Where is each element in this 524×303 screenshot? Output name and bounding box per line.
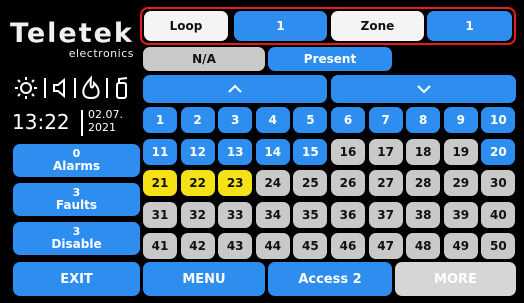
zone-button[interactable]: 35 — [293, 201, 328, 228]
clock-date-day: 02.07. — [88, 108, 123, 121]
zone-button[interactable]: 45 — [293, 233, 328, 260]
loop-value-button[interactable]: 1 — [234, 11, 327, 41]
extinguisher-icon — [116, 77, 128, 99]
zone-button[interactable]: 13 — [218, 138, 253, 165]
zone-button[interactable]: 49 — [443, 233, 478, 260]
zone-button[interactable]: 12 — [180, 138, 215, 165]
clock-date-year: 2021 — [88, 121, 116, 134]
zone-button[interactable]: 32 — [180, 201, 215, 228]
chevron-up-icon — [228, 84, 242, 93]
zone-button[interactable]: 40 — [481, 201, 516, 228]
zone-button[interactable]: 34 — [255, 201, 290, 228]
zone-button[interactable]: 4 — [255, 107, 290, 133]
brand-logo: Teletek electronics — [10, 20, 140, 62]
disable-button[interactable]: 3 Disable — [13, 222, 140, 255]
zone-button[interactable]: 42 — [180, 233, 215, 260]
alarms-label: Alarms — [52, 159, 101, 173]
more-button[interactable]: MORE — [395, 262, 516, 296]
zone-button[interactable]: 1 — [143, 107, 177, 133]
zone-button[interactable]: 14 — [255, 138, 290, 165]
zone-button[interactable]: 37 — [368, 201, 403, 228]
zone-label: Zone — [331, 11, 424, 41]
zone-button[interactable]: 7 — [368, 107, 403, 133]
zone-button[interactable]: 36 — [331, 201, 365, 228]
sun-icon — [15, 77, 37, 99]
exit-button[interactable]: EXIT — [13, 262, 140, 296]
zone-button[interactable]: 48 — [406, 233, 441, 260]
zone-button[interactable]: 21 — [143, 170, 177, 197]
zone-button[interactable]: 29 — [443, 170, 478, 197]
zone-button[interactable]: 2 — [180, 107, 215, 133]
zone-button[interactable]: 22 — [180, 170, 215, 197]
zone-button[interactable]: 31 — [143, 201, 177, 228]
brand-name: Teletek — [10, 18, 134, 49]
zone-button[interactable]: 44 — [255, 233, 290, 260]
zone-button[interactable]: 19 — [443, 138, 478, 165]
zone-button[interactable]: 50 — [481, 233, 516, 260]
zone-button[interactable]: 23 — [218, 170, 253, 197]
faults-button[interactable]: 3 Faults — [13, 183, 140, 216]
zone-button[interactable]: 11 — [143, 138, 177, 165]
zone-button[interactable]: 18 — [406, 138, 441, 165]
clock-divider — [81, 110, 83, 136]
zone-button[interactable]: 5 — [293, 107, 328, 133]
zone-button[interactable]: 25 — [293, 170, 328, 197]
zone-button[interactable]: 3 — [218, 107, 253, 133]
scroll-up-button[interactable] — [143, 75, 327, 103]
zone-button[interactable]: 43 — [218, 233, 253, 260]
zone-button[interactable]: 8 — [406, 107, 441, 133]
zone-button[interactable]: 6 — [331, 107, 365, 133]
zone-grid: 1 2 3 4 5 6 7 8 9 10 11 12 13 14 15 16 17 18 19 20 21 22 23 24 2… — [143, 107, 517, 260]
zone-button[interactable]: 10 — [481, 107, 516, 133]
zone-button[interactable]: 17 — [368, 138, 403, 165]
zone-button[interactable]: 16 — [331, 138, 365, 165]
zone-button[interactable]: 38 — [406, 201, 441, 228]
zone-button[interactable]: 9 — [443, 107, 478, 133]
brand-tagline: electronics — [68, 47, 134, 60]
zone-button[interactable]: 33 — [218, 201, 253, 228]
zone-button[interactable]: 46 — [331, 233, 365, 260]
flame-icon — [82, 75, 100, 99]
menu-button[interactable]: MENU — [143, 262, 265, 296]
zone-button[interactable]: 47 — [368, 233, 403, 260]
na-filter-button[interactable]: N/A — [143, 47, 265, 71]
present-filter-button[interactable]: Present — [268, 47, 392, 71]
volume-icon — [53, 77, 65, 99]
scroll-down-button[interactable] — [331, 75, 516, 103]
alarms-button[interactable]: 0 Alarms — [13, 144, 140, 177]
loop-label: Loop — [144, 11, 228, 41]
zone-button[interactable]: 41 — [143, 233, 177, 260]
clock-time: 13:22 — [12, 110, 70, 134]
faults-label: Faults — [55, 198, 98, 212]
zone-button[interactable]: 20 — [481, 138, 516, 165]
zone-button[interactable]: 39 — [443, 201, 478, 228]
zone-value-button[interactable]: 1 — [427, 11, 512, 41]
status-icons — [14, 74, 139, 102]
zone-button[interactable]: 26 — [331, 170, 365, 197]
zone-button[interactable]: 15 — [293, 138, 328, 165]
chevron-down-icon — [416, 85, 431, 94]
zone-button[interactable]: 28 — [406, 170, 441, 197]
zone-button[interactable]: 24 — [255, 170, 290, 197]
disable-label: Disable — [51, 237, 102, 251]
zone-button[interactable]: 30 — [481, 170, 516, 197]
clock: 13:22 02.07. 2021 — [12, 108, 140, 138]
access-level-button[interactable]: Access 2 — [268, 262, 392, 296]
zone-button[interactable]: 27 — [368, 170, 403, 197]
